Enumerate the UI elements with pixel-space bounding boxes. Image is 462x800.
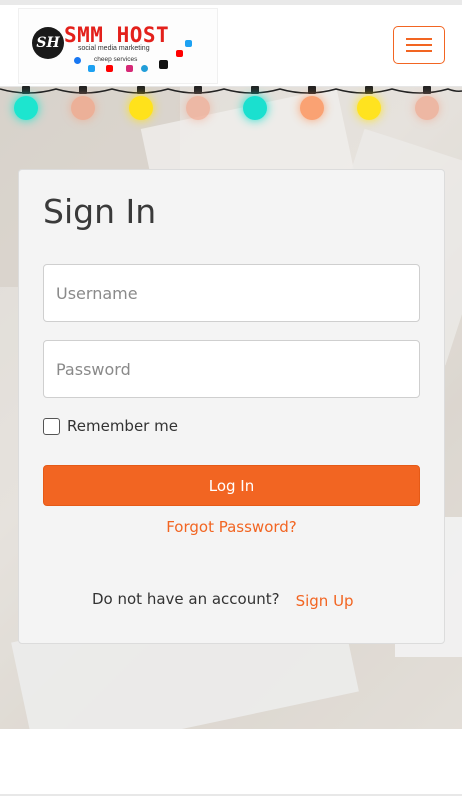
remember-me-checkbox[interactable] bbox=[43, 417, 60, 435]
light-bulb bbox=[186, 96, 210, 120]
facebook-icon bbox=[74, 57, 81, 64]
youtube-icon bbox=[106, 65, 113, 72]
telegram-icon bbox=[141, 65, 148, 72]
light-bulb bbox=[71, 96, 95, 120]
light-socket bbox=[423, 86, 431, 94]
login-button[interactable]: Log In bbox=[43, 465, 420, 506]
hamburger-icon-bar bbox=[406, 50, 432, 52]
remember-me-row[interactable]: Remember me bbox=[43, 417, 178, 435]
instagram-icon bbox=[126, 65, 133, 72]
twitter-icon bbox=[185, 40, 192, 47]
light-bulb bbox=[357, 96, 381, 120]
brand-logo[interactable]: SH SMM HOST social media marketing cheep… bbox=[18, 8, 218, 84]
no-account-text: Do not have an account? bbox=[92, 590, 280, 608]
forgot-password-link[interactable]: Forgot Password? bbox=[19, 518, 444, 536]
light-socket bbox=[194, 86, 202, 94]
light-socket bbox=[22, 86, 30, 94]
tiktok-icon bbox=[159, 60, 168, 69]
signin-card: Sign In Remember me Log In Forgot Passwo… bbox=[18, 169, 445, 644]
youtube-icon bbox=[176, 50, 183, 57]
twitter-icon bbox=[88, 65, 95, 72]
light-bulb bbox=[14, 96, 38, 120]
username-input[interactable] bbox=[43, 264, 420, 322]
light-bulb bbox=[243, 96, 267, 120]
signup-link[interactable]: Sign Up bbox=[296, 592, 354, 610]
light-bulb bbox=[415, 96, 439, 120]
light-socket bbox=[365, 86, 373, 94]
light-socket bbox=[79, 86, 87, 94]
signin-title: Sign In bbox=[43, 192, 157, 231]
light-bulb bbox=[300, 96, 324, 120]
logo-tagline: social media marketing bbox=[78, 45, 150, 52]
hamburger-icon-bar bbox=[406, 44, 432, 46]
password-input[interactable] bbox=[43, 340, 420, 398]
light-bulb bbox=[129, 96, 153, 120]
logo-tagline-2: cheep services bbox=[94, 56, 138, 63]
remember-me-label: Remember me bbox=[67, 417, 178, 435]
navbar: SH SMM HOST social media marketing cheep… bbox=[0, 5, 462, 87]
bottom-divider bbox=[0, 794, 462, 796]
hamburger-icon bbox=[406, 38, 432, 40]
logo-badge: SH bbox=[32, 27, 64, 59]
menu-toggle-button[interactable] bbox=[393, 26, 445, 64]
light-socket bbox=[251, 86, 259, 94]
signup-row: Do not have an account? Sign Up bbox=[92, 590, 354, 610]
light-socket bbox=[308, 86, 316, 94]
light-socket bbox=[137, 86, 145, 94]
light-string-wire bbox=[0, 88, 462, 94]
logo-title: SMM HOST bbox=[64, 23, 170, 47]
